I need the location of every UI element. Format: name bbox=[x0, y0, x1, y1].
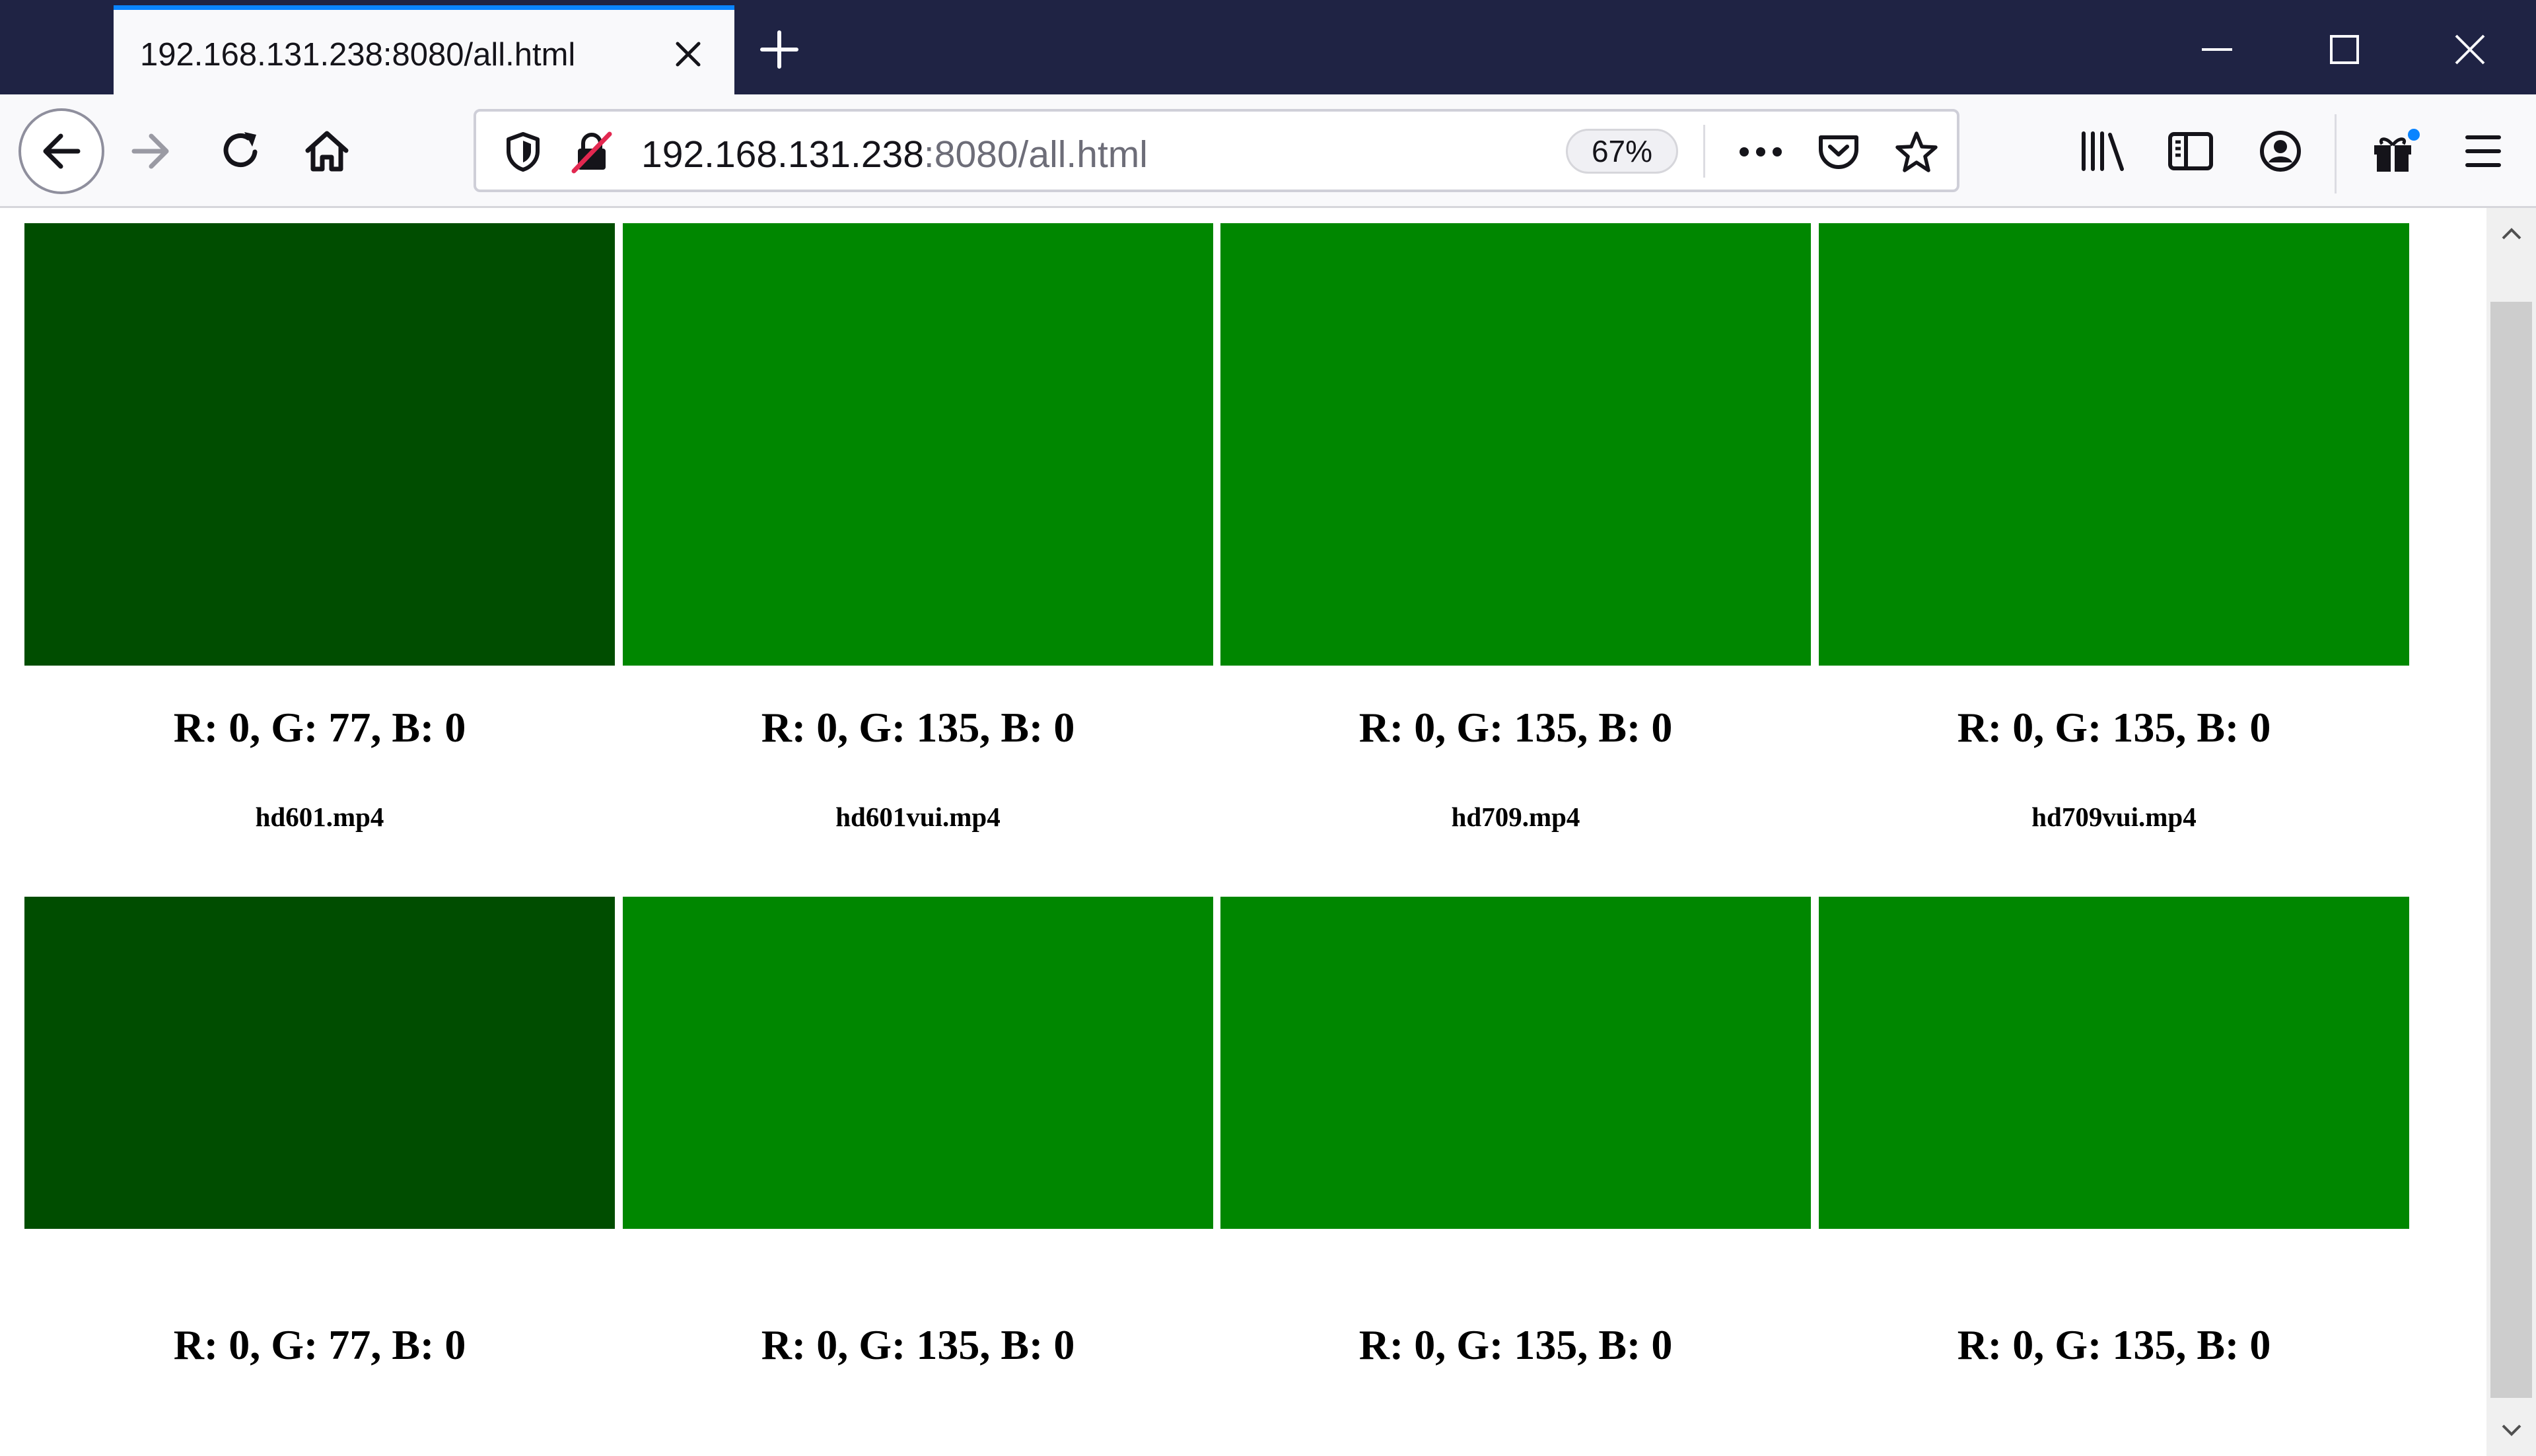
menu-icon bbox=[2463, 133, 2503, 169]
forward-button[interactable] bbox=[111, 112, 190, 191]
forward-arrow-icon bbox=[127, 128, 174, 174]
video-filename: hd709vui.mp4 bbox=[2031, 802, 2197, 832]
color-swatch bbox=[1819, 223, 2409, 666]
home-button[interactable] bbox=[287, 112, 367, 191]
rgb-value-label: R: 0, G: 135, B: 0 bbox=[1358, 704, 1673, 751]
url-port-path: :8080/all.html bbox=[923, 133, 1148, 176]
color-swatch bbox=[1220, 223, 1811, 666]
sidebar-icon bbox=[2167, 131, 2214, 171]
rgb-value-label: R: 0, G: 77, B: 0 bbox=[173, 1321, 466, 1368]
account-icon bbox=[2259, 129, 2302, 173]
title-bar: 192.168.131.238:8080/all.html bbox=[0, 0, 2536, 94]
color-swatch bbox=[24, 897, 615, 1229]
home-icon bbox=[302, 127, 351, 176]
minimize-icon[interactable] bbox=[2177, 13, 2257, 86]
scroll-up-icon[interactable] bbox=[2486, 211, 2536, 257]
whats-new-gift-icon bbox=[2370, 128, 2420, 174]
reload-button[interactable] bbox=[201, 112, 281, 191]
color-swatch bbox=[1220, 897, 1811, 1229]
sidebar-button[interactable] bbox=[2151, 112, 2230, 191]
back-button[interactable] bbox=[18, 108, 104, 194]
menu-button[interactable] bbox=[2444, 112, 2523, 191]
close-icon[interactable] bbox=[2430, 13, 2510, 86]
url-host: 192.168.131.238 bbox=[641, 133, 924, 176]
account-button[interactable] bbox=[2241, 112, 2320, 191]
browser-tab[interactable]: 192.168.131.238:8080/all.html bbox=[114, 5, 734, 94]
toolbar-divider bbox=[2335, 114, 2337, 193]
navigation-toolbar: 192.168.131.238:8080/all.html 67% bbox=[0, 94, 2536, 208]
pocket-icon[interactable] bbox=[1810, 123, 1867, 180]
new-tab-icon[interactable] bbox=[753, 23, 806, 76]
rgb-value-label: R: 0, G: 135, B: 0 bbox=[1957, 704, 2271, 751]
tracking-shield-icon[interactable] bbox=[495, 123, 551, 180]
scroll-down-icon[interactable] bbox=[2486, 1407, 2536, 1453]
tab-title: 192.168.131.238:8080/all.html bbox=[140, 37, 576, 73]
back-arrow-icon bbox=[38, 128, 85, 174]
rgb-value-label: R: 0, G: 135, B: 0 bbox=[761, 1321, 1075, 1368]
color-swatch bbox=[623, 223, 1213, 666]
rgb-value-label: R: 0, G: 135, B: 0 bbox=[1358, 1321, 1673, 1368]
video-filename: hd709.mp4 bbox=[1451, 802, 1580, 832]
url-text[interactable]: 192.168.131.238:8080/all.html bbox=[641, 133, 1148, 176]
video-filename: hd601.mp4 bbox=[255, 802, 384, 832]
rgb-value-label: R: 0, G: 77, B: 0 bbox=[173, 704, 466, 751]
color-swatch bbox=[24, 223, 615, 666]
url-bar-divider bbox=[1703, 125, 1705, 178]
library-button[interactable] bbox=[2063, 112, 2142, 191]
scroll-thumb[interactable] bbox=[2490, 302, 2532, 1398]
insecure-lock-icon[interactable] bbox=[563, 123, 620, 180]
color-swatch bbox=[623, 897, 1213, 1229]
whats-new-button[interactable] bbox=[2356, 112, 2435, 191]
rgb-value-label: R: 0, G: 135, B: 0 bbox=[1957, 1321, 2271, 1368]
page-content: R: 0, G: 77, B: 0 R: 0, G: 135, B: 0 R: … bbox=[0, 208, 2486, 1456]
maximize-icon[interactable] bbox=[2305, 13, 2384, 86]
tab-close-icon[interactable] bbox=[662, 28, 715, 81]
url-bar[interactable]: 192.168.131.238:8080/all.html 67% bbox=[474, 109, 1959, 192]
reload-icon bbox=[218, 128, 264, 174]
library-icon bbox=[2078, 131, 2127, 172]
video-filename: hd601vui.mp4 bbox=[835, 802, 1001, 832]
color-swatch bbox=[1819, 897, 2409, 1229]
zoom-level-button[interactable]: 67% bbox=[1566, 129, 1678, 174]
more-actions-icon[interactable] bbox=[1732, 123, 1789, 180]
rgb-value-label: R: 0, G: 135, B: 0 bbox=[761, 704, 1075, 751]
bookmark-star-icon[interactable] bbox=[1888, 123, 1945, 180]
vertical-scrollbar[interactable] bbox=[2486, 208, 2536, 1456]
